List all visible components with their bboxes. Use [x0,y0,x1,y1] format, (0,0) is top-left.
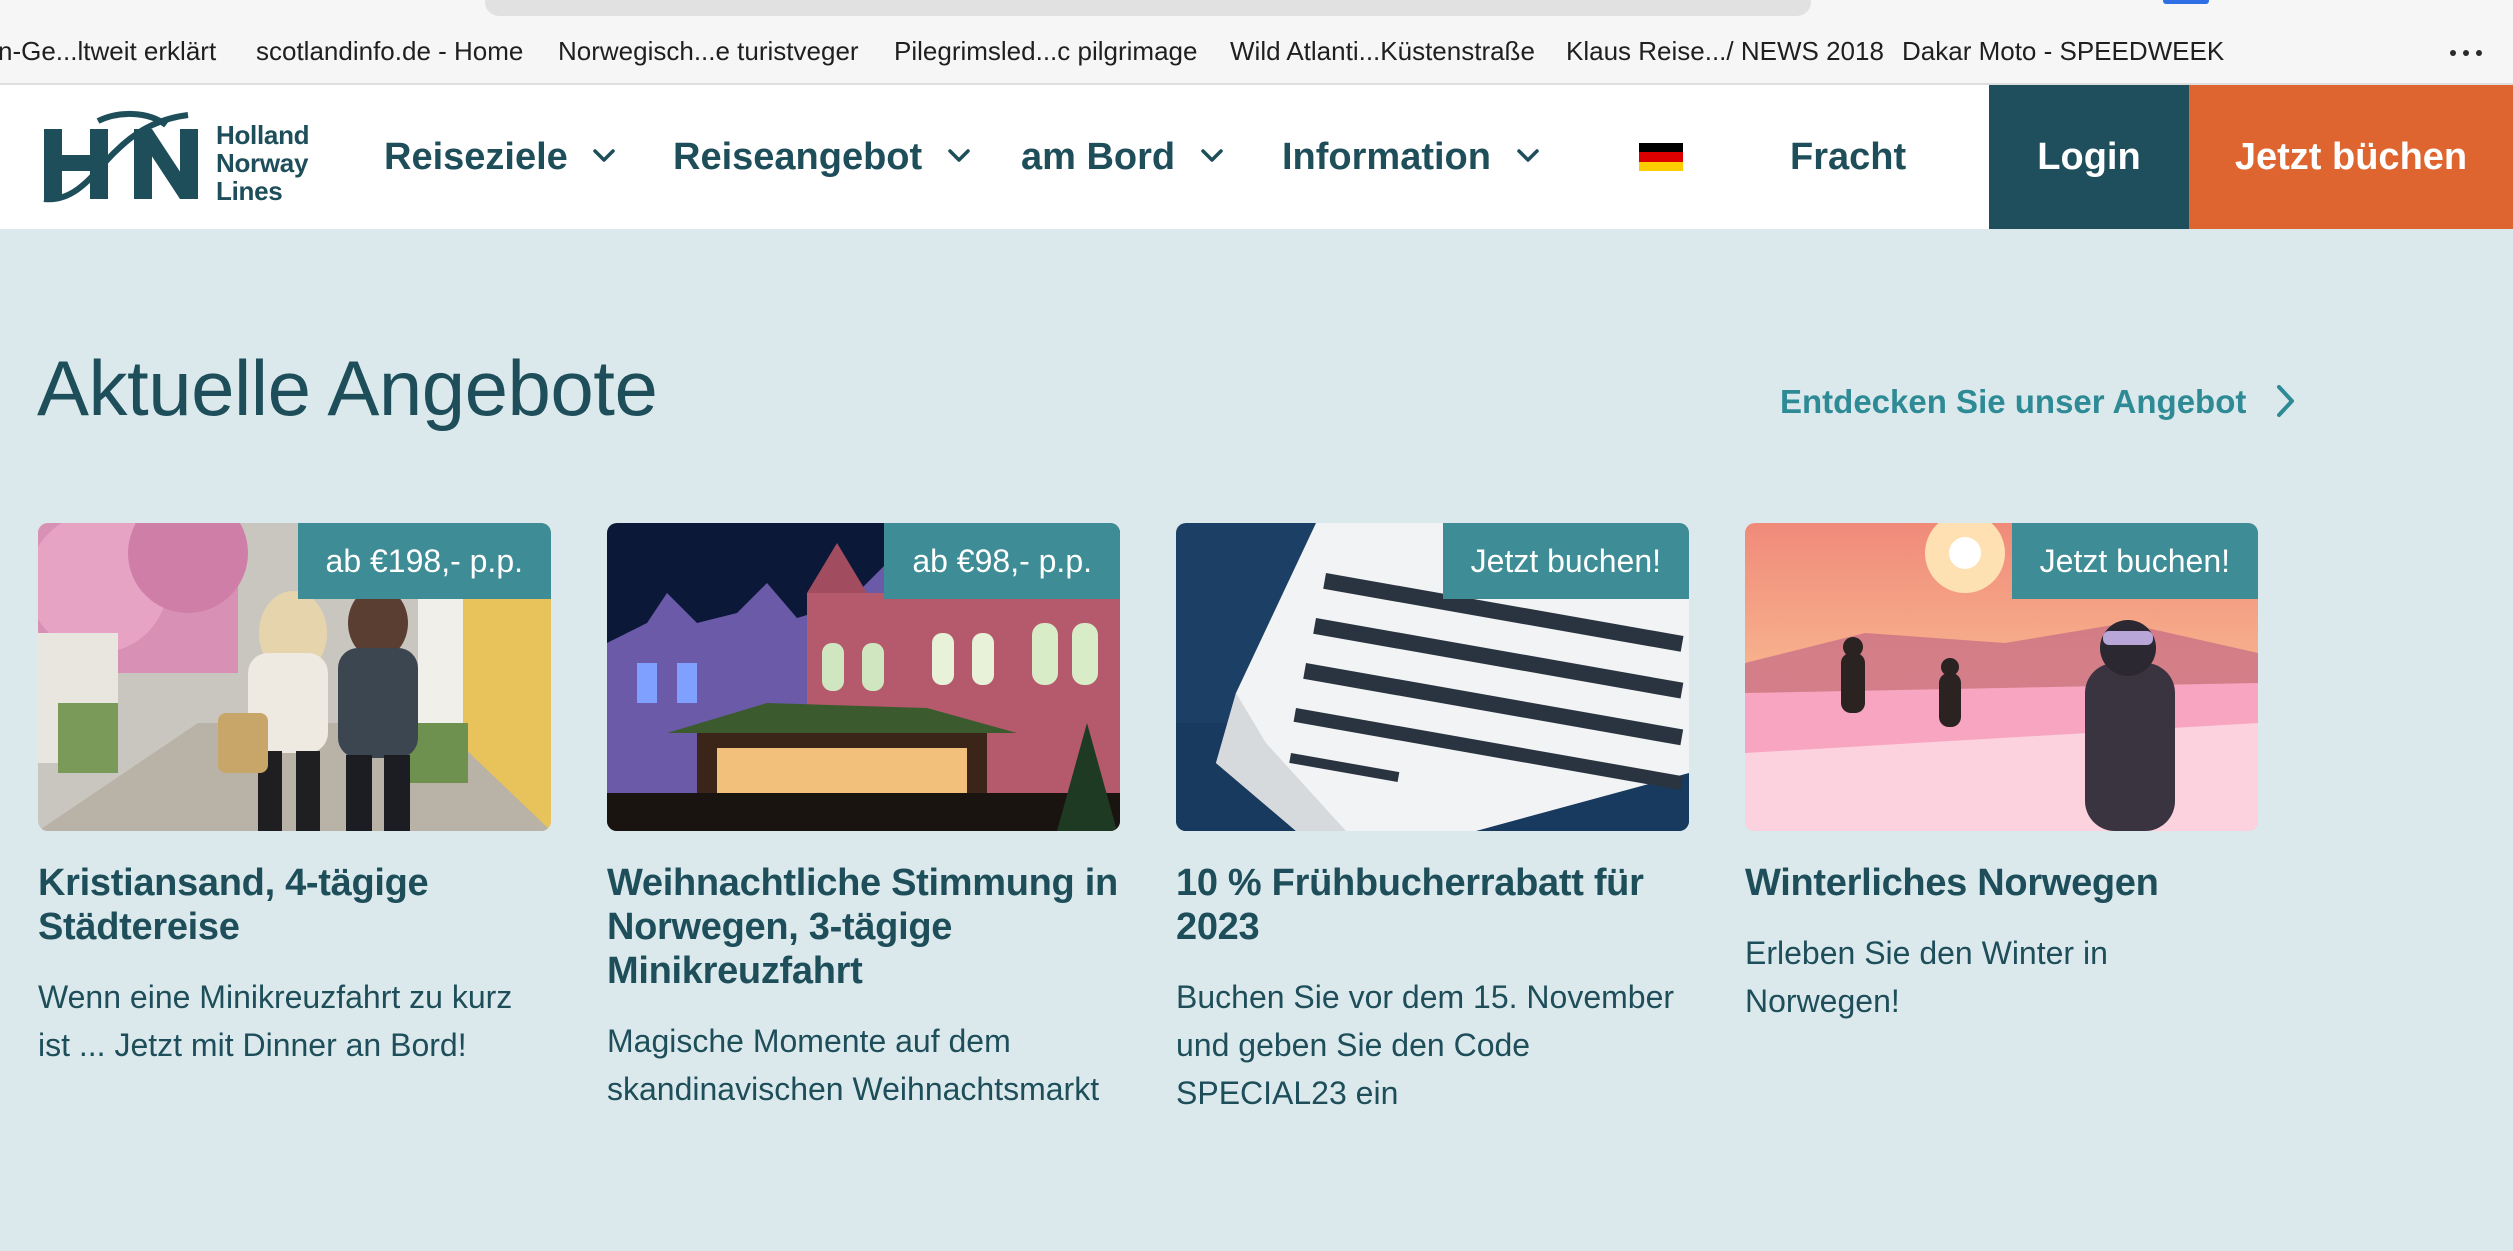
offer-title[interactable]: Kristiansand, 4-tägige Städtereise [38,861,551,949]
logo-line: Holland [216,120,310,150]
logo-line: Norway [216,148,309,178]
offer-image[interactable]: Jetzt buchen! [1745,523,2258,831]
bookmark-item[interactable]: Dakar Moto - SPEEDWEEK [1902,36,2224,66]
book-now-badge: Jetzt buchen! [2011,523,2258,599]
nav-am-bord[interactable]: am Bord [1021,135,1224,179]
nav-label: am Bord [1021,136,1176,178]
nav-information[interactable]: Information [1282,135,1540,179]
offer-image[interactable]: Jetzt buchen! [1176,523,1689,831]
offer-card-winter-norway[interactable]: Jetzt buchen! Winterliches Norwegen Erle… [1745,523,2258,1025]
bookmark-item[interactable]: Pilegrimsled...c pilgrimage [894,36,1197,66]
extension-icon[interactable] [2163,0,2209,4]
bookmark-item[interactable]: Wild Atlanti...Küstenstraße [1230,36,1535,66]
discover-offers-link[interactable]: Entdecken Sie unser Angebot [1780,382,2296,422]
offer-image[interactable]: ab €198,- p.p. [38,523,551,831]
book-now-badge: Jetzt buchen! [1442,523,1689,599]
offer-description: Magische Momente auf dem skandinavischen… [607,1023,1100,1107]
hnl-logo-icon [43,110,198,203]
bookmark-item[interactable]: n-Ge...ltweit erklärt [0,36,216,66]
logo-line: Lines [216,176,283,206]
german-flag-icon[interactable] [1639,143,1683,171]
bookmark-item[interactable]: Klaus Reise.../ NEWS 2018 [1566,36,1884,66]
offer-card-christmas[interactable]: ab €98,- p.p. Weihnachtliche Stimmung in… [607,523,1120,1113]
more-bookmarks-icon[interactable] [2448,30,2484,60]
offer-title[interactable]: 10 % Frühbucherrabatt für 2023 [1176,861,1689,949]
login-button[interactable]: Login [1989,85,2189,229]
chevron-down-icon [593,149,616,162]
bookmark-item[interactable]: scotlandinfo.de - Home [256,36,523,66]
offer-description: Buchen Sie vor dem 15. November und gebe… [1176,979,1675,1111]
chevron-down-icon [947,149,970,162]
nav-label: Reiseangebot [673,136,923,178]
nav-reiseziele[interactable]: Reiseziele [384,135,616,179]
bookmark-item[interactable]: Norwegisch...e turistveger [558,36,859,66]
offer-image[interactable]: ab €98,- p.p. [607,523,1120,831]
address-bar[interactable] [485,0,1811,16]
price-badge: ab €198,- p.p. [297,523,551,599]
book-now-button[interactable]: Jetzt büchen [2189,85,2513,229]
offer-description: Wenn eine Minikreuzfahrt zu kurz ist ...… [38,979,513,1063]
section-title: Aktuelle Angebote [37,344,658,432]
site-header: Holland Norway Lines Reiseziele Reiseang… [0,85,2513,229]
nav-label: Reiseziele [384,136,568,178]
offer-card-early-booking[interactable]: Jetzt buchen! 10 % Frühbucherrabatt für … [1176,523,1689,1117]
chevron-right-icon [2276,385,2294,418]
offer-title[interactable]: Weihnachtliche Stimmung in Norwegen, 3-t… [607,861,1120,993]
nav-label: Information [1282,136,1491,178]
price-badge: ab €98,- p.p. [884,523,1120,599]
offer-card-kristiansand[interactable]: ab €198,- p.p. Kristiansand, 4-tägige St… [38,523,551,1069]
chevron-down-icon [1200,149,1223,162]
nav-reiseangebot[interactable]: Reiseangebot [673,135,971,179]
nav-fracht[interactable]: Fracht [1790,135,1906,179]
logo-wordmark[interactable]: Holland Norway Lines [216,120,310,206]
offer-title[interactable]: Winterliches Norwegen [1745,861,2258,905]
discover-link-label: Entdecken Sie unser Angebot [1780,383,2247,420]
bookmarks-bar: n-Ge...ltweit erklärt scotlandinfo.de - … [0,0,2513,85]
chevron-down-icon [1516,149,1539,162]
offer-description: Erleben Sie den Winter in Norwegen! [1745,935,2108,1019]
